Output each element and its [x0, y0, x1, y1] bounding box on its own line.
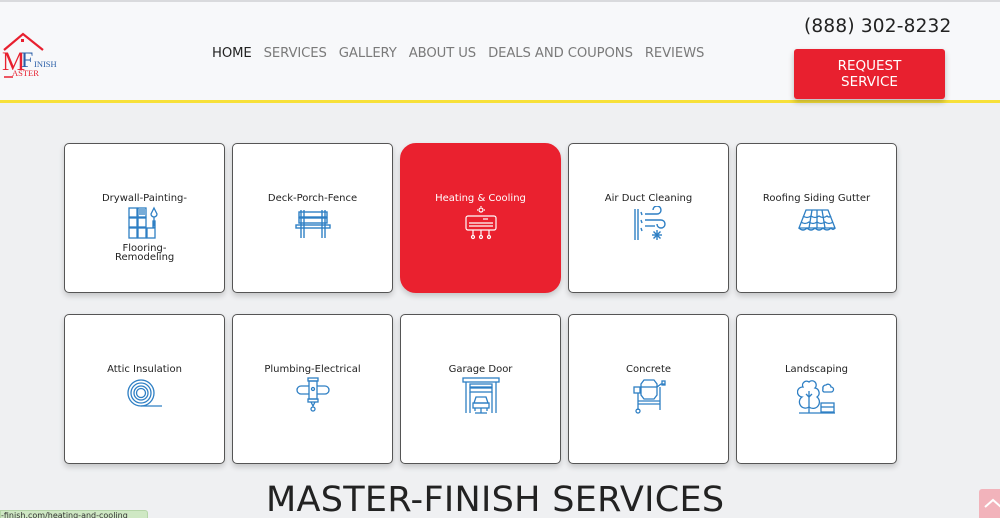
service-card-concrete[interactable]: Concrete	[568, 314, 729, 464]
logo-word-aster: ASTER	[12, 68, 39, 78]
drywall-painting-icon	[127, 206, 158, 239]
bench-icon	[294, 210, 331, 238]
scroll-to-top-button[interactable]	[979, 489, 1000, 518]
roof-tiles-icon	[797, 209, 836, 231]
insulation-roll-icon	[126, 379, 162, 407]
service-label: Attic Insulation	[107, 364, 182, 375]
phone-number[interactable]: (888) 302-8232	[804, 16, 952, 37]
main-nav: HOME SERVICES GALLERY ABOUT US DEALS AND…	[212, 46, 716, 61]
service-label: Deck-Porch-Fence	[267, 193, 358, 204]
nav-gallery[interactable]: GALLERY	[339, 46, 397, 61]
nav-deals-and-coupons[interactable]: DEALS AND COUPONS	[488, 46, 633, 61]
site-header: M F INISH ASTER HOME SERVICES GALLERY AB…	[0, 2, 1000, 103]
service-label-continued: Flooring-Remodeling	[115, 243, 175, 263]
service-card-heating-cooling[interactable]: Heating & Cooling	[400, 143, 561, 293]
service-label: Drywall-Painting-	[101, 193, 188, 204]
service-card-garage-door[interactable]: Garage Door	[400, 314, 561, 464]
service-card-drywall[interactable]: Drywall-Painting- Flooring-Remodeling	[64, 143, 225, 293]
nav-services[interactable]: SERVICES	[264, 46, 327, 61]
nav-reviews[interactable]: REVIEWS	[645, 46, 705, 61]
air-conditioner-icon	[464, 206, 497, 240]
request-service-label: REQUEST SERVICE	[838, 58, 902, 90]
service-card-roofing[interactable]: Roofing Siding Gutter	[736, 143, 897, 293]
service-label: Heating & Cooling	[435, 193, 526, 204]
service-card-air-duct[interactable]: Air Duct Cleaning	[568, 143, 729, 293]
section-title: MASTER-FINISH SERVICES	[266, 480, 725, 518]
chevron-up-icon	[984, 498, 1000, 508]
service-card-plumbing-electrical[interactable]: Plumbing-Electrical	[232, 314, 393, 464]
request-service-button[interactable]: REQUEST SERVICE	[794, 49, 945, 99]
service-label: Roofing Siding Gutter	[762, 193, 871, 204]
service-card-attic-insulation[interactable]: Attic Insulation	[64, 314, 225, 464]
cement-mixer-icon	[632, 379, 666, 414]
tree-icon	[796, 380, 835, 414]
nav-about-us[interactable]: ABOUT US	[409, 46, 476, 61]
request-label-line2: SERVICE	[841, 74, 898, 90]
browser-status-bar-url: -finish.com/heating-and-cooling	[0, 510, 148, 518]
service-label: Landscaping	[784, 364, 849, 375]
pipe-icon	[295, 377, 330, 412]
request-label-line1: REQUEST	[837, 58, 902, 74]
garage-icon	[461, 377, 500, 414]
service-card-deck[interactable]: Deck-Porch-Fence	[232, 143, 393, 293]
service-label: Plumbing-Electrical	[264, 364, 361, 375]
service-label: Garage Door	[448, 364, 513, 375]
nav-home[interactable]: HOME	[212, 46, 252, 61]
master-finish-logo[interactable]: M F INISH ASTER	[1, 30, 65, 80]
service-card-landscaping[interactable]: Landscaping	[736, 314, 897, 464]
service-label: Air Duct Cleaning	[604, 193, 693, 204]
air-duct-icon	[633, 206, 666, 240]
service-label: Concrete	[625, 364, 672, 375]
